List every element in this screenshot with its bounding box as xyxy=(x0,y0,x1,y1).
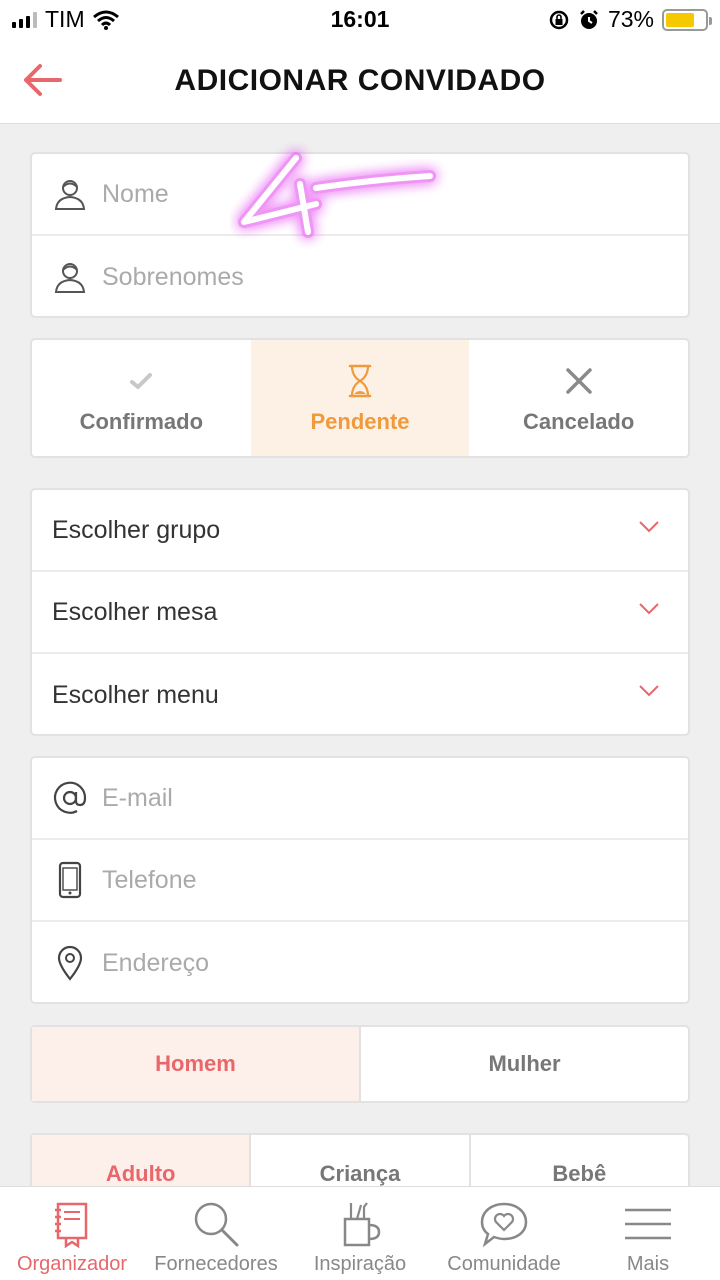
status-option-label: Pendente xyxy=(310,409,410,434)
heart-bubble-icon xyxy=(479,1195,529,1253)
rsvp-status-card: Confirmado Pendente Cancelado xyxy=(30,338,690,458)
page-title: ADICIONAR CONVIDADO xyxy=(174,64,546,97)
last-name-row xyxy=(32,236,688,318)
menu-select-label: Escolher menu xyxy=(52,680,219,709)
phone-row xyxy=(32,840,688,922)
address-row xyxy=(32,922,688,1004)
phone-input[interactable] xyxy=(102,850,688,910)
tools-cup-icon xyxy=(337,1195,383,1253)
user-icon xyxy=(50,257,90,297)
first-name-row xyxy=(32,154,688,236)
status-option-label: Confirmado xyxy=(79,409,204,434)
user-icon xyxy=(50,174,90,214)
tab-label: Comunidade xyxy=(447,1253,561,1275)
status-bar: TIM 16:01 73% xyxy=(0,0,720,40)
annotation-text: 4 xyxy=(230,140,231,141)
gender-option-female[interactable]: Mulher xyxy=(359,1027,688,1101)
chevron-down-icon xyxy=(639,603,659,615)
last-name-input[interactable] xyxy=(102,247,688,307)
group-select-label: Escolher grupo xyxy=(52,515,221,544)
assignment-card: Escolher grupo Escolher mesa Escolher me… xyxy=(30,488,690,736)
chevron-down-icon xyxy=(639,685,659,697)
hourglass-icon xyxy=(347,361,373,401)
tab-inspiracao[interactable]: Inspiração xyxy=(288,1187,432,1280)
battery-percent: 73% xyxy=(607,6,654,32)
tab-mais[interactable]: Mais xyxy=(576,1187,720,1280)
first-name-input[interactable] xyxy=(102,164,688,224)
status-option-label: Cancelado xyxy=(523,409,635,434)
status-option-confirmed[interactable]: Confirmado xyxy=(32,340,251,456)
check-icon xyxy=(129,361,153,401)
tab-label: Mais xyxy=(626,1253,670,1275)
email-row xyxy=(32,758,688,840)
tab-label: Fornecedores xyxy=(154,1253,278,1275)
battery-icon xyxy=(662,8,712,31)
group-select[interactable]: Escolher grupo xyxy=(32,490,688,572)
status-option-cancelled[interactable]: Cancelado xyxy=(469,340,688,456)
at-sign-icon xyxy=(50,778,90,818)
contact-card xyxy=(30,756,690,1004)
gender-segmented: Homem Mulher xyxy=(32,1027,688,1101)
rsvp-status-segmented: Confirmado Pendente Cancelado xyxy=(32,340,688,456)
tab-comunidade[interactable]: Comunidade xyxy=(432,1187,576,1280)
status-right: 73% xyxy=(548,6,712,33)
tab-label: Inspiração xyxy=(313,1253,407,1275)
tab-organizador[interactable]: Organizador xyxy=(0,1187,144,1280)
phone-icon xyxy=(50,860,90,900)
gender-card: Homem Mulher xyxy=(30,1025,690,1103)
table-select-label: Escolher mesa xyxy=(52,597,218,626)
menu-select[interactable]: Escolher menu xyxy=(32,654,688,736)
app-header: ADICIONAR CONVIDADO xyxy=(0,40,720,124)
tab-fornecedores[interactable]: Fornecedores xyxy=(144,1187,288,1280)
address-input[interactable] xyxy=(102,933,688,993)
search-icon xyxy=(191,1195,241,1253)
status-option-pending[interactable]: Pendente xyxy=(250,340,470,456)
alarm-icon xyxy=(580,9,598,29)
rotation-lock-icon xyxy=(549,10,569,29)
gender-option-male[interactable]: Homem xyxy=(32,1027,359,1101)
email-input[interactable] xyxy=(102,768,688,828)
chevron-down-icon xyxy=(639,521,659,533)
tab-label: Organizador xyxy=(16,1253,128,1275)
table-select[interactable]: Escolher mesa xyxy=(32,572,688,654)
bottom-tab-bar: Organizador Fornecedores Inspiração Comu… xyxy=(0,1186,720,1280)
battery-fill xyxy=(666,12,694,27)
notebook-icon xyxy=(52,1195,92,1253)
close-icon xyxy=(565,361,593,401)
name-card xyxy=(30,152,690,318)
menu-icon xyxy=(623,1195,673,1253)
location-pin-icon xyxy=(50,943,90,983)
